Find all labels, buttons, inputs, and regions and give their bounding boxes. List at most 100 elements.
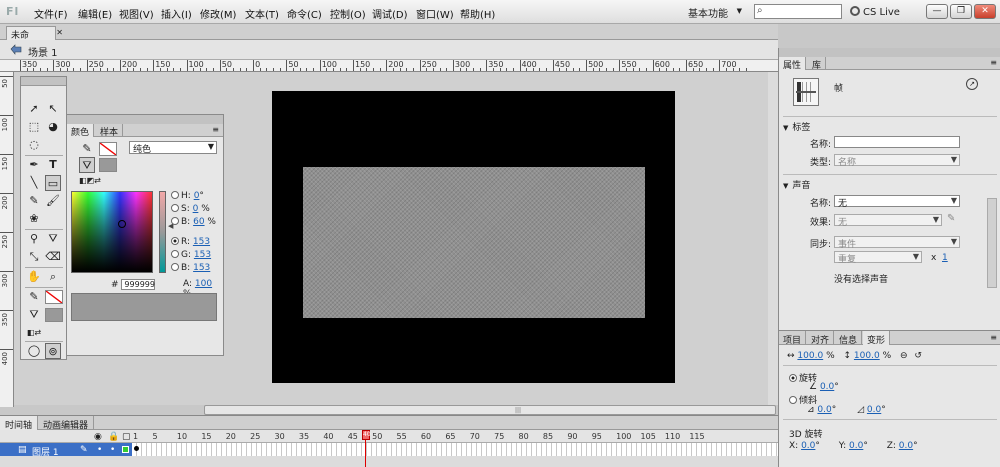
sound-section-header[interactable]: ▼ 声音 (779, 178, 1000, 191)
fill-color-swatch[interactable] (45, 308, 63, 322)
scene-icon[interactable] (10, 44, 22, 55)
width-scale-value[interactable]: 100.0 (797, 351, 823, 361)
panel-menu-icon[interactable]: ≡ (212, 125, 219, 134)
minimize-button[interactable]: — (926, 4, 948, 19)
label-type-select[interactable]: 名称 ▼ (834, 154, 960, 168)
horizontal-scrollbar[interactable]: ||| (204, 405, 776, 415)
green-radio[interactable] (171, 250, 179, 258)
layer-name[interactable]: 图层 1 (32, 445, 59, 458)
line-tool-icon[interactable]: ╲ (26, 175, 42, 191)
repeat-select[interactable]: 重复 ▼ (834, 251, 922, 265)
brightness-slider[interactable]: ◀ (159, 191, 173, 273)
zoom-tool-icon[interactable]: ⌕ (45, 269, 61, 285)
reset-icon[interactable]: ↺ (914, 351, 922, 361)
fill-color-icon[interactable]: ⛛ (26, 307, 42, 323)
blue-radio[interactable] (171, 263, 179, 271)
properties-panel-header[interactable] (779, 48, 1000, 57)
playhead[interactable]: 40 (362, 430, 371, 467)
saturation-radio[interactable] (171, 204, 179, 212)
menu-commands[interactable]: 命令(C) (287, 6, 322, 21)
edit-pencil-icon[interactable]: ✎ (947, 213, 955, 224)
height-scale-value[interactable]: 100.0 (854, 351, 880, 361)
pen-tool-icon[interactable]: ✒ (26, 157, 42, 173)
tab-swatches[interactable]: 样本 (96, 124, 124, 138)
menu-help[interactable]: 帮助(H) (460, 6, 495, 21)
selected-rectangle[interactable] (303, 167, 645, 318)
deco-tool-icon[interactable]: ❀ (26, 211, 42, 227)
constrain-link-icon[interactable]: ⊖ (900, 351, 908, 361)
layer-lock-dot-icon[interactable]: • (110, 445, 115, 455)
tab-components[interactable]: 项目 (779, 331, 807, 346)
fill-swatch[interactable] (99, 158, 117, 172)
document-tab[interactable]: 未命名-1* ✕ (6, 26, 63, 54)
stroke-color-swatch[interactable] (45, 290, 63, 304)
menu-edit[interactable]: 编辑(E) (78, 6, 112, 21)
fill-type-select[interactable]: 纯色 ▼ (129, 141, 217, 155)
label-section-header[interactable]: ▼ 标签 (779, 120, 1000, 133)
brightness-radio[interactable] (171, 217, 179, 225)
subselection-tool-icon[interactable]: ↖ (45, 101, 61, 117)
help-icon[interactable]: ↗ (966, 78, 978, 90)
blue-value[interactable]: 153 (193, 263, 210, 273)
hex-input[interactable]: 999999 (121, 279, 156, 290)
color-panel-header[interactable] (67, 115, 223, 124)
hue-radio[interactable] (171, 191, 179, 199)
panel-menu-icon[interactable]: ≡ (990, 333, 997, 342)
menu-text[interactable]: 文本(T) (245, 6, 279, 21)
layer-outline-color-icon[interactable] (122, 446, 129, 453)
layer-visible-dot-icon[interactable]: • (97, 445, 102, 455)
skew-vertical-value[interactable]: 0.0 (867, 405, 881, 415)
bone-tool-icon[interactable]: ⚲ (26, 231, 42, 247)
cs-live-button[interactable]: CS Live (850, 6, 900, 18)
help-search-input[interactable]: ⌕ (754, 4, 842, 19)
tab-color[interactable]: 颜色 (67, 124, 95, 138)
y-rotation-value[interactable]: 0.0 (849, 441, 863, 451)
close-button[interactable]: ✕ (974, 4, 996, 19)
rotate-radio[interactable] (789, 374, 797, 382)
frames-row[interactable] (132, 443, 778, 456)
menu-control[interactable]: 控制(O) (330, 6, 366, 21)
tab-align[interactable]: 对齐 (807, 331, 835, 346)
skew-horizontal-value[interactable]: 0.0 (817, 405, 831, 415)
properties-scrollbar[interactable] (987, 198, 997, 288)
menu-debug[interactable]: 调试(D) (372, 6, 408, 21)
tab-timeline[interactable]: 时间轴 (0, 416, 39, 431)
skew-radio[interactable] (789, 396, 797, 404)
menu-file[interactable]: 文件(F) (34, 6, 68, 21)
color-mode-icons[interactable]: ◧◩⇄ (79, 173, 101, 189)
sound-name-select[interactable]: 无 ▼ (834, 195, 960, 209)
workspace-switcher[interactable]: 基本功能 ▼ (684, 3, 744, 20)
eraser-tool-icon[interactable]: ⌫ (45, 249, 61, 265)
tab-transform[interactable]: 变形 (863, 331, 891, 346)
keyframe-dot[interactable] (134, 446, 139, 451)
menu-view[interactable]: 视图(V) (119, 6, 154, 21)
effect-select[interactable]: 无 ▼ (834, 214, 942, 228)
frame-name-input[interactable] (834, 136, 960, 148)
menu-insert[interactable]: 插入(I) (161, 6, 192, 21)
eyedropper-tool-icon[interactable]: ⤡ (26, 249, 42, 265)
pencil-tool-icon[interactable]: ✎ (26, 193, 42, 209)
color-picker-handle[interactable] (118, 220, 126, 228)
scroll-grip-icon[interactable]: ||| (515, 407, 521, 414)
restore-button[interactable]: ❐ (950, 4, 972, 19)
close-icon[interactable]: ✕ (56, 28, 63, 37)
menu-modify[interactable]: 修改(M) (200, 6, 236, 21)
red-value[interactable]: 153 (193, 237, 210, 247)
free-transform-tool-icon[interactable]: ⬚ (26, 119, 42, 135)
stroke-color-icon[interactable]: ✎ (26, 289, 42, 305)
stroke-pencil-icon[interactable]: ✎ (79, 141, 95, 157)
brightness-value[interactable]: 60 (193, 217, 204, 227)
vertical-scrollbar[interactable] (768, 72, 778, 405)
color-picker-field[interactable] (71, 191, 153, 273)
paint-bucket-tool-icon[interactable]: ⛛ (45, 231, 61, 247)
selection-tool-icon[interactable]: ➚ (26, 101, 42, 117)
x-rotation-value[interactable]: 0.0 (801, 441, 815, 451)
panel-menu-icon[interactable]: ≡ (990, 58, 997, 67)
menu-window[interactable]: 窗口(W) (416, 6, 454, 21)
snap-icon[interactable]: ◯ (26, 343, 42, 359)
swap-colors-icon[interactable]: ◧⇄ (26, 325, 42, 341)
brush-tool-icon[interactable]: 🖌 (45, 193, 61, 209)
sync-select[interactable]: 事件 ▼ (834, 236, 960, 250)
repeat-times-value[interactable]: 1 (942, 253, 948, 263)
tab-motion-editor[interactable]: 动画编辑器 (38, 416, 95, 431)
